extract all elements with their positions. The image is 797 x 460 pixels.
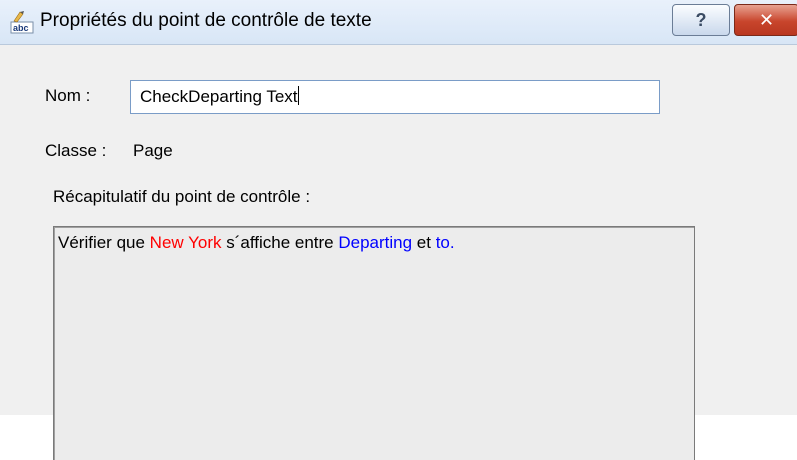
text-caret <box>297 86 299 105</box>
svg-text:abc: abc <box>13 23 29 33</box>
title-bar: abc Propriétés du point de contrôle de t… <box>0 0 797 45</box>
summary-end-anchor: to. <box>435 233 455 252</box>
class-value: Page <box>133 141 173 160</box>
summary-prefix: Vérifier que <box>58 233 150 252</box>
abc-checkpoint-icon: abc <box>10 10 34 34</box>
summary-middle: s´affiche entre <box>221 233 339 252</box>
help-button[interactable]: ? <box>672 4 730 36</box>
class-label: Classe : <box>45 141 107 160</box>
name-label: Nom : <box>45 86 91 105</box>
dialog-body: Nom : CheckDeparting Text Classe : Page … <box>0 45 797 460</box>
checkpoint-summary-box[interactable]: Vérifier que New York s´affiche entre De… <box>53 226 695 460</box>
summary-value: New York <box>149 233 222 252</box>
summary-conjunction: et <box>412 233 436 252</box>
name-input[interactable]: CheckDeparting Text <box>130 80 660 114</box>
close-button[interactable]: ✕ <box>734 4 797 36</box>
close-icon: ✕ <box>758 9 775 30</box>
window-title: Propriétés du point de contrôle de texte <box>40 10 372 31</box>
help-icon: ? <box>695 9 707 30</box>
name-input-value: CheckDeparting Text <box>140 87 298 106</box>
checkpoint-properties-dialog: abc Propriétés du point de contrôle de t… <box>0 0 797 460</box>
summary-label: Récapitulatif du point de contrôle : <box>53 187 311 206</box>
summary-start-anchor: Departing <box>338 233 413 252</box>
